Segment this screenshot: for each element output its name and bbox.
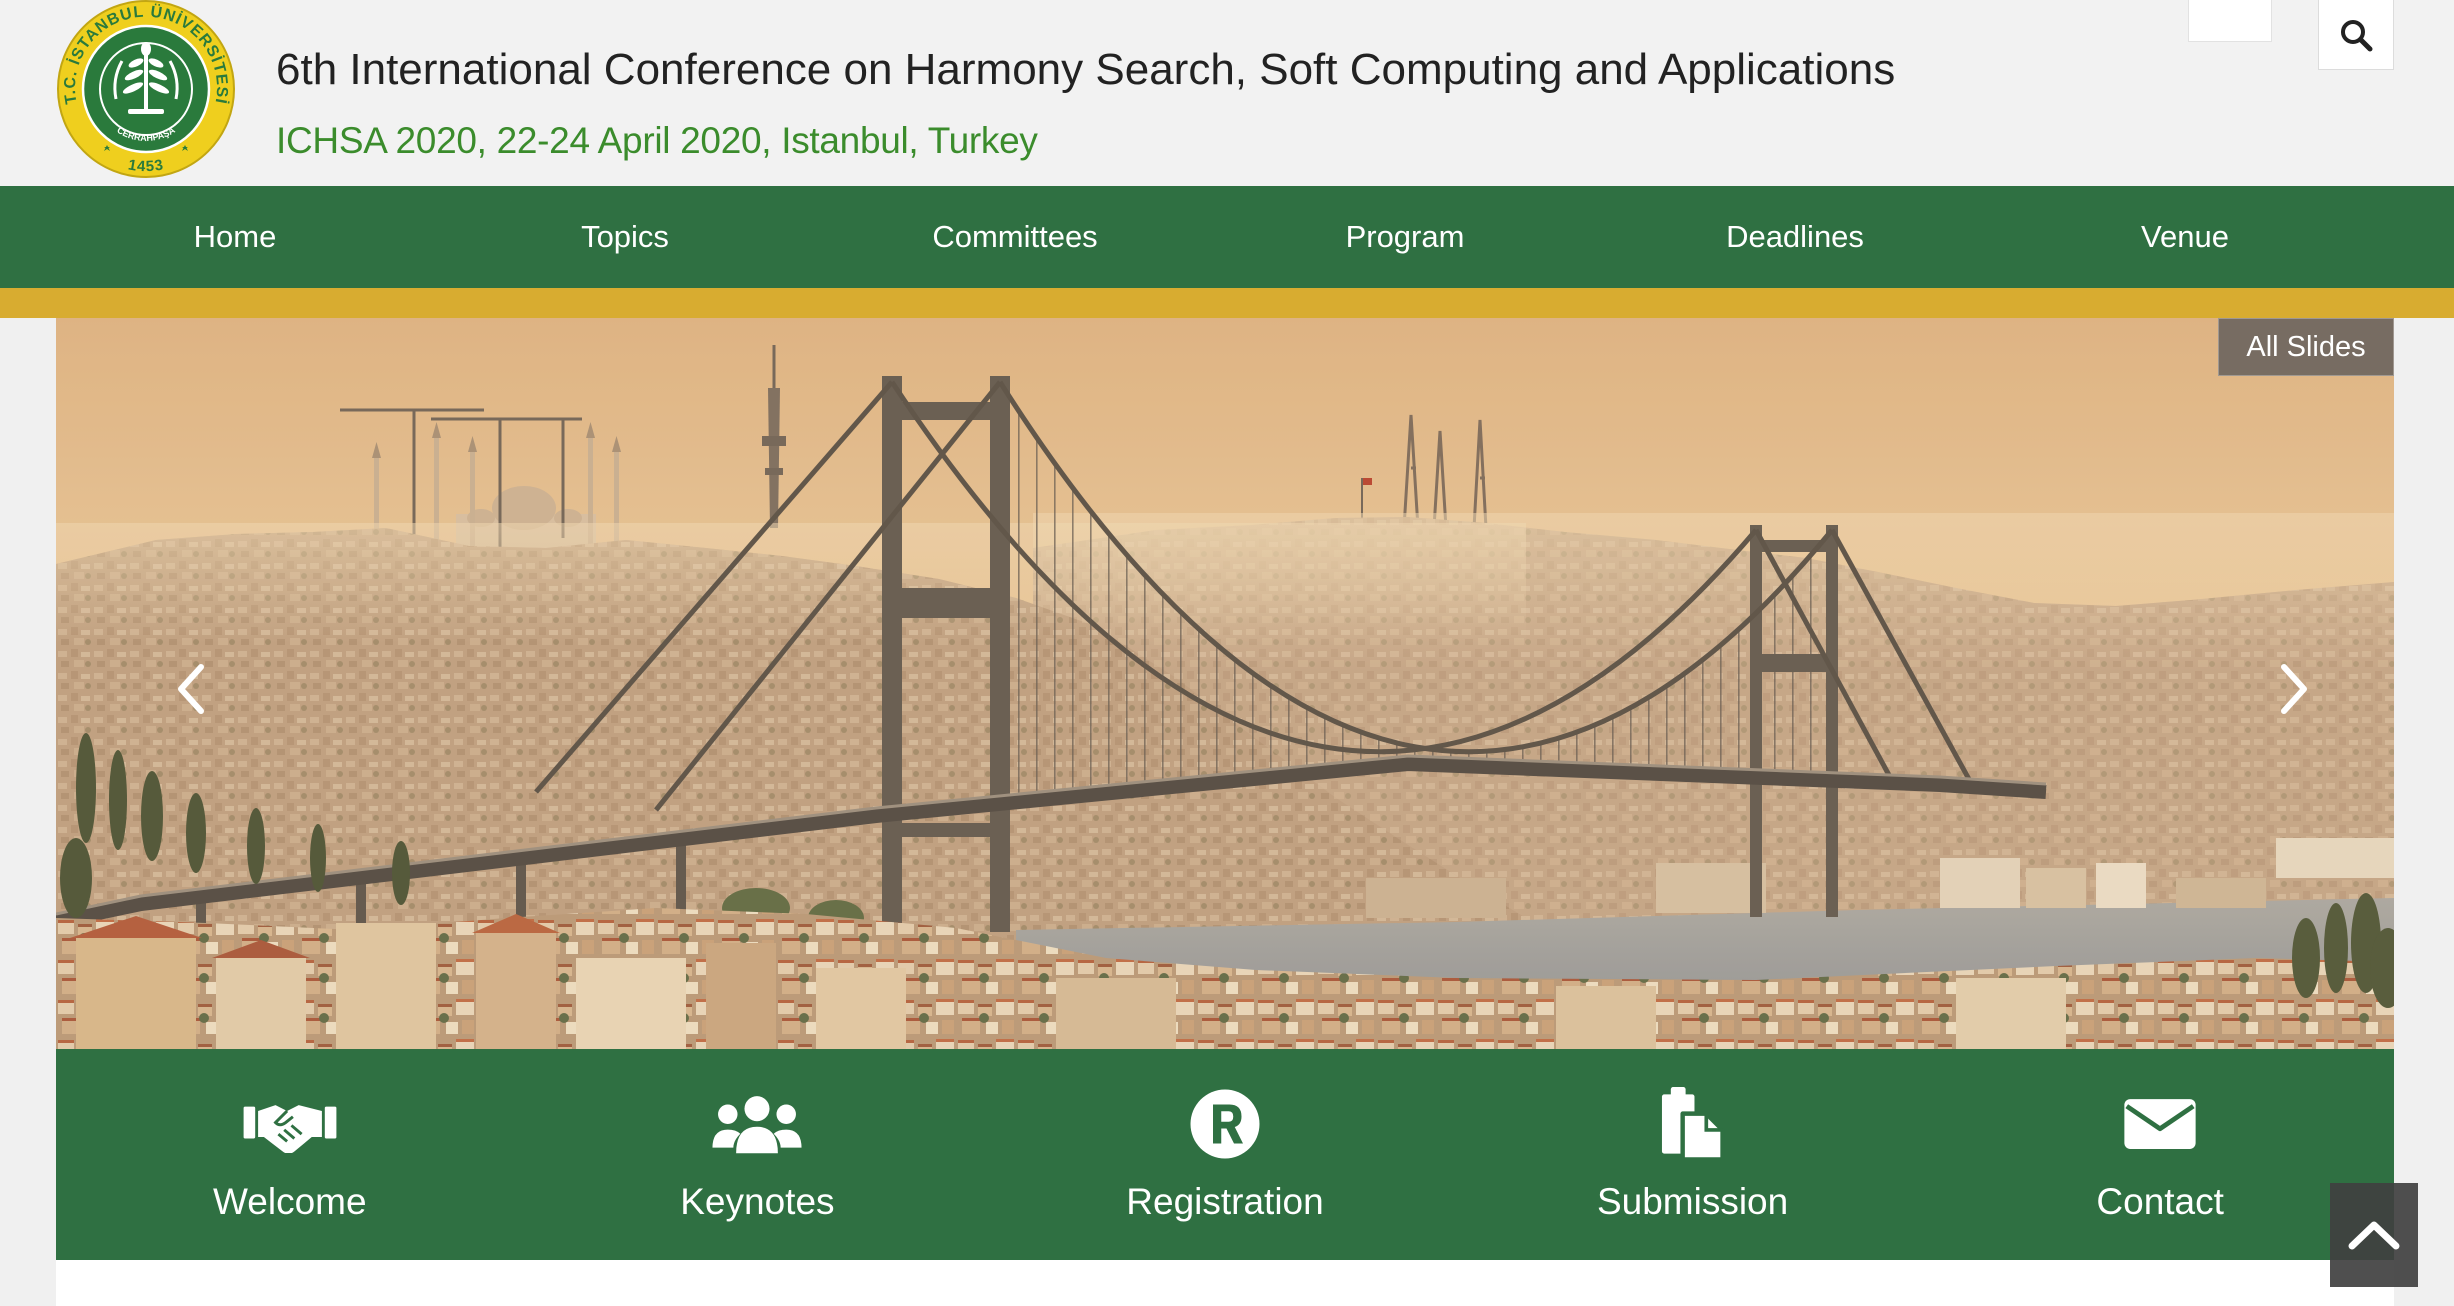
files-icon (1643, 1087, 1743, 1161)
main-nav-items: Home Topics Committees Program Deadlines… (40, 186, 2380, 288)
site-header: T.C. İSTANBUL ÜNİVERSİTESİ 1453 CERRAHPA… (0, 0, 2454, 186)
search-button[interactable] (2318, 0, 2394, 70)
hero-slide-image (56, 318, 2394, 1049)
nav-home[interactable]: Home (40, 186, 430, 288)
slider-next-button[interactable] (2264, 656, 2324, 722)
quick-link-label: Keynotes (680, 1181, 835, 1222)
registered-icon (1175, 1088, 1275, 1160)
quick-link-label: Registration (1126, 1181, 1324, 1222)
nav-committees[interactable]: Committees (820, 186, 1210, 288)
envelope-icon (2110, 1088, 2210, 1160)
handshake-icon (240, 1088, 340, 1160)
slider-prev-button[interactable] (161, 656, 221, 722)
quick-link-keynotes[interactable]: Keynotes (524, 1049, 992, 1260)
quick-links-bar: Welcome Keynotes Registration Submission… (56, 1049, 2394, 1260)
quick-link-label: Welcome (213, 1181, 367, 1222)
hero-slider: All Slides (56, 318, 2394, 1049)
quick-link-label: Contact (2096, 1181, 2224, 1222)
header-utility-box[interactable] (2188, 0, 2272, 42)
university-seal-icon: T.C. İSTANBUL ÜNİVERSİTESİ 1453 CERRAHPA… (57, 0, 235, 178)
chevron-up-icon (2348, 1221, 2400, 1250)
scroll-to-top-button[interactable] (2330, 1183, 2418, 1287)
conference-subtitle: ICHSA 2020, 22-24 April 2020, Istanbul, … (276, 120, 1038, 161)
quick-link-submission[interactable]: Submission (1459, 1049, 1927, 1260)
content-area (56, 1260, 2394, 1306)
quick-link-welcome[interactable]: Welcome (56, 1049, 524, 1260)
nav-deadlines[interactable]: Deadlines (1600, 186, 1990, 288)
all-slides-button[interactable]: All Slides (2218, 318, 2394, 376)
quick-link-label: Submission (1596, 1181, 1789, 1222)
quick-link-registration[interactable]: Registration (991, 1049, 1459, 1260)
nav-program[interactable]: Program (1210, 186, 1600, 288)
university-logo[interactable]: T.C. İSTANBUL ÜNİVERSİTESİ 1453 CERRAHPA… (56, 0, 236, 179)
users-icon (707, 1088, 807, 1160)
sepia-tint (56, 318, 2394, 1049)
accent-stripe (0, 288, 2454, 318)
nav-topics[interactable]: Topics (430, 186, 820, 288)
main-nav: Home Topics Committees Program Deadlines… (0, 186, 2454, 288)
quick-link-contact[interactable]: Contact (1926, 1049, 2394, 1260)
chevron-left-icon (178, 664, 204, 714)
conference-title: 6th International Conference on Harmony … (276, 45, 1896, 94)
search-icon (2341, 19, 2373, 51)
nav-venue[interactable]: Venue (1990, 186, 2380, 288)
chevron-right-icon (2281, 664, 2307, 714)
